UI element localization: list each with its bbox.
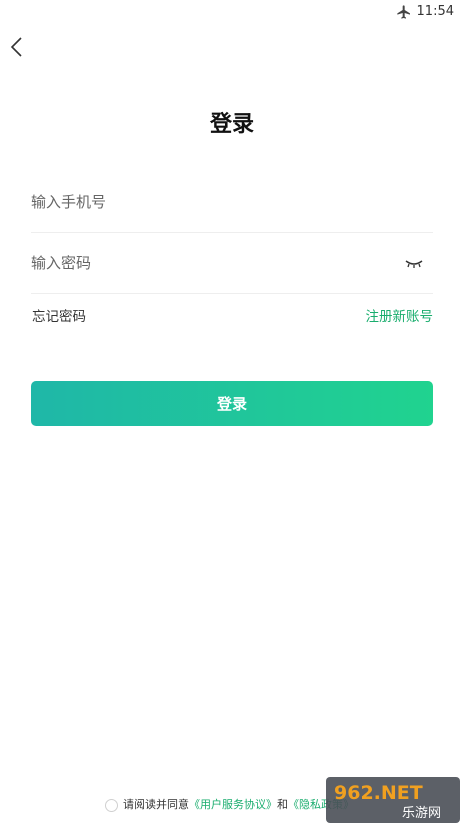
page-title: 登录 xyxy=(209,112,254,137)
forgot-password-link[interactable]: 忘记密码 xyxy=(32,305,86,325)
status-bar: 11:54 xyxy=(0,0,464,24)
eye-closed-icon[interactable] xyxy=(405,259,423,269)
login-button[interactable]: 登录 xyxy=(31,381,433,426)
agreement-text: 请阅读并同意《用户服务协议》和《隐私政策》 xyxy=(123,797,354,813)
password-placeholder: 输入密码 xyxy=(31,254,92,272)
agreement-prefix: 请阅读并同意 xyxy=(123,798,189,811)
status-time: 11:54 xyxy=(416,4,454,19)
phone-field[interactable]: 输入手机号 xyxy=(31,172,433,233)
watermark-sub: 乐游网 xyxy=(402,806,441,821)
phone-placeholder: 输入手机号 xyxy=(31,193,107,211)
agreement-radio[interactable] xyxy=(105,799,118,812)
watermark-brand: 962.NET xyxy=(334,782,423,804)
password-field[interactable]: 输入密码 xyxy=(31,233,433,294)
agreement-and: 和 xyxy=(277,798,288,811)
user-agreement-link[interactable]: 《用户服务协议》 xyxy=(189,798,277,811)
register-link[interactable]: 注册新账号 xyxy=(366,305,434,325)
airplane-icon xyxy=(397,5,410,19)
watermark-logo: 962.NET 乐游网 xyxy=(326,777,460,823)
chevron-left-icon[interactable] xyxy=(8,36,28,58)
links-row: 忘记密码 注册新账号 xyxy=(32,305,433,325)
